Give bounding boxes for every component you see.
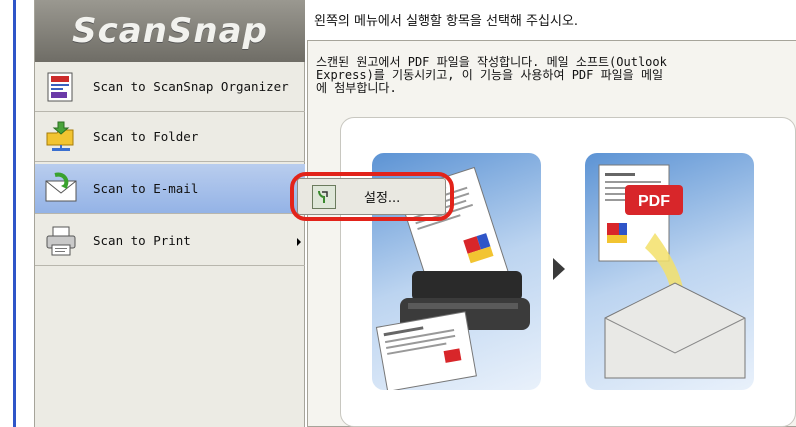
menu-item-scan-to-folder[interactable]: Scan to Folder	[35, 112, 305, 162]
menu-item-label: Scan to Folder	[93, 129, 199, 144]
printer-icon	[39, 219, 83, 263]
menu-item-label: Scan to Print	[93, 233, 191, 248]
instruction-text: 왼쪽의 메뉴에서 실행할 항목을 선택해 주십시오.	[314, 14, 578, 29]
settings-wrench-icon	[312, 184, 336, 209]
settings-button[interactable]: 설정...	[297, 178, 446, 215]
logo-text: ScanSnap	[72, 11, 268, 51]
menu-item-scan-to-email[interactable]: Scan to E-mail	[35, 164, 305, 214]
left-gap	[16, 0, 34, 427]
submenu-arrow-icon	[297, 238, 301, 246]
description-text: 스캔된 원고에서 PDF 파일을 작성합니다. 메일 소프트(Outlook E…	[316, 56, 786, 95]
quick-menu-panel: ScanSnap Scan to ScanSnap Organizer Scan…	[34, 0, 305, 427]
settings-button-label: 설정...	[364, 191, 401, 206]
scansnap-logo: ScanSnap	[35, 0, 305, 62]
folder-network-icon	[39, 115, 83, 159]
email-pdf-illustration: PDF	[585, 153, 754, 390]
scansnap-organizer-icon	[39, 65, 83, 109]
menu-item-scansnap-organizer[interactable]: Scan to ScanSnap Organizer	[35, 62, 305, 112]
menu-item-label: Scan to ScanSnap Organizer	[93, 79, 289, 94]
menu-item-label: Scan to E-mail	[93, 181, 199, 196]
left-margin	[0, 0, 14, 427]
logo-banner: ScanSnap	[35, 0, 305, 62]
menu-item-scan-to-print[interactable]: Scan to Print	[35, 216, 305, 266]
pdf-badge: PDF	[638, 193, 670, 210]
flow-arrow-icon	[553, 258, 565, 280]
email-icon	[39, 167, 83, 211]
description-line: 에 첨부합니다.	[316, 81, 397, 95]
